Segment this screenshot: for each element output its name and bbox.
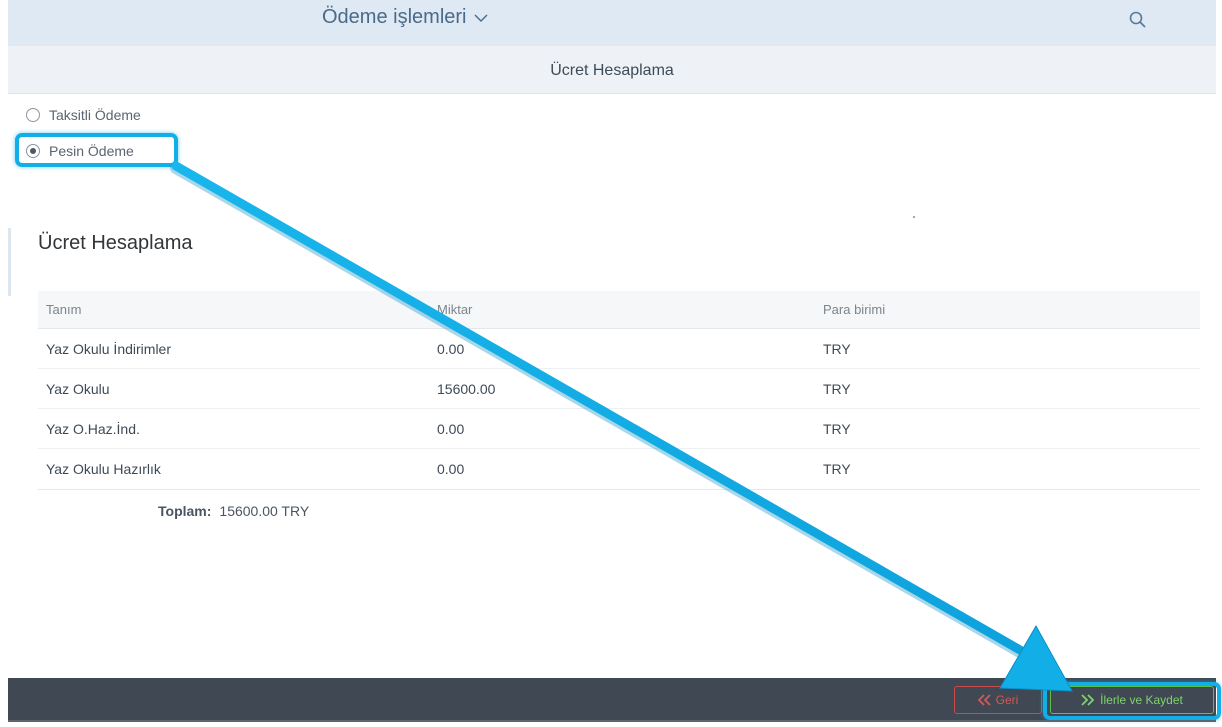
table-row: Yaz Okulu 15600.00 TRY: [38, 369, 1200, 409]
cell-amount: 0.00: [437, 340, 465, 357]
search-icon[interactable]: [1128, 10, 1148, 30]
cell-definition: Yaz Okulu: [46, 380, 110, 397]
forward-and-save-label: İlerle ve Kaydet: [1100, 693, 1183, 707]
bottom-divider: [8, 720, 1216, 722]
back-button[interactable]: Geri: [954, 686, 1042, 714]
cell-currency: TRY: [823, 461, 851, 477]
page-header: Ücret Hesaplama: [8, 46, 1216, 94]
radio-button-installment[interactable]: [26, 108, 40, 122]
stray-dot: [913, 216, 915, 218]
cell-currency: TRY: [823, 380, 851, 397]
back-button-label: Geri: [995, 693, 1019, 707]
radio-installment-payment[interactable]: Taksitli Ödeme: [26, 107, 141, 123]
total-value: 15600.00 TRY: [219, 503, 310, 519]
table-row: Yaz Okulu Hazırlık 0.00 TRY: [38, 449, 1200, 489]
shell-bar: Ödeme işlemleri: [8, 0, 1216, 46]
page-title: Ücret Hesaplama: [550, 62, 674, 79]
cell-definition: Yaz Okulu İndirimler: [46, 340, 172, 357]
double-chevron-left-icon: [977, 694, 991, 706]
chevron-down-icon: [474, 14, 488, 22]
cell-amount: 15600.00: [437, 380, 496, 397]
table-row: Yaz Okulu İndirimler 0.00 TRY: [38, 329, 1200, 369]
table-header: Tanım Miktar Para birimi: [38, 291, 1200, 329]
double-chevron-right-icon: [1081, 694, 1095, 706]
column-header-amount: Miktar: [437, 302, 473, 317]
table-row: Yaz O.Haz.İnd. 0.00 TRY: [38, 409, 1200, 449]
fee-table: Tanım Miktar Para birimi Yaz Okulu İndir…: [38, 291, 1200, 490]
forward-and-save-button[interactable]: İlerle ve Kaydet: [1050, 686, 1214, 714]
footer-toolbar: Geri İlerle ve Kaydet: [8, 678, 1216, 720]
cell-definition: Yaz O.Haz.İnd.: [46, 420, 140, 437]
column-header-currency: Para birimi: [823, 302, 886, 317]
radio-button-cash[interactable]: [26, 144, 40, 158]
left-edge-marker: [8, 228, 11, 296]
cell-currency: TRY: [823, 420, 851, 437]
radio-label-installment: Taksitli Ödeme: [49, 107, 141, 123]
cell-currency: TRY: [823, 340, 851, 357]
total-amount: Toplam: 15600.00 TRY: [158, 503, 309, 519]
cell-amount: 0.00: [437, 461, 465, 477]
app-menu-title[interactable]: Ödeme işlemleri: [322, 6, 488, 29]
cell-amount: 0.00: [437, 420, 465, 437]
radio-cash-payment[interactable]: Pesin Ödeme: [26, 143, 134, 159]
total-label: Toplam:: [158, 503, 212, 519]
app-title-text: Ödeme işlemleri: [322, 6, 467, 28]
section-title: Ücret Hesaplama: [38, 232, 193, 254]
radio-label-cash: Pesin Ödeme: [49, 143, 134, 159]
cell-definition: Yaz Okulu Hazırlık: [46, 461, 161, 477]
column-header-definition: Tanım: [46, 302, 82, 317]
